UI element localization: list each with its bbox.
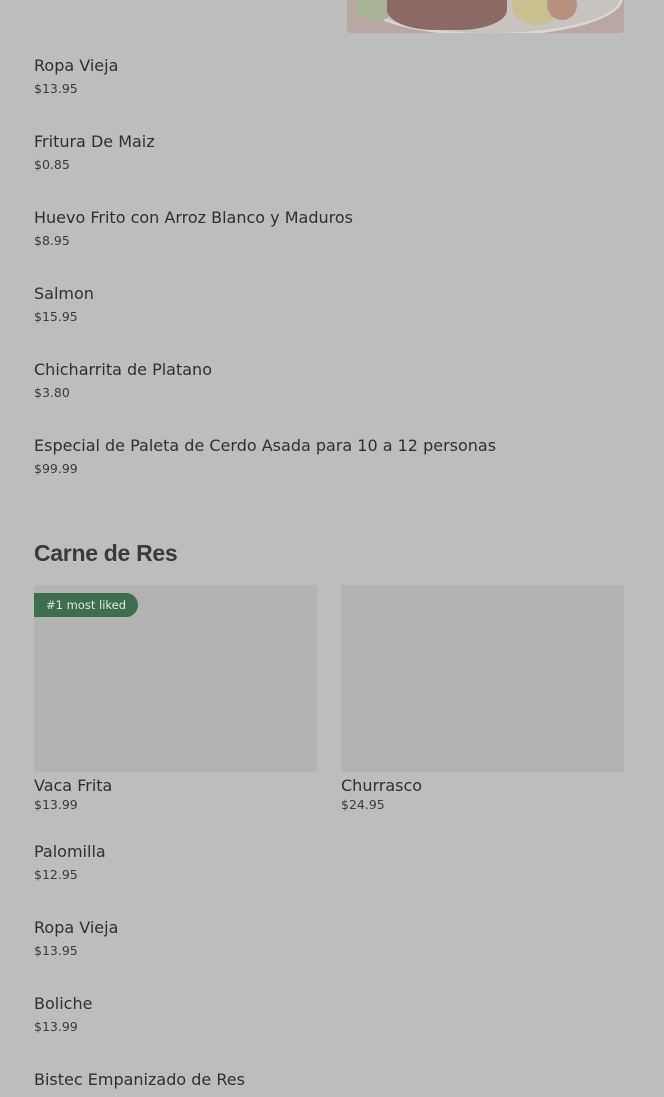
menu-item[interactable]: Ropa Vieja $13.95	[34, 918, 118, 959]
menu-item[interactable]: Bistec Empanizado de Res	[34, 1070, 245, 1090]
menu-item[interactable]: Boliche $13.99	[34, 994, 92, 1035]
menu-item[interactable]: Chicharrita de Platano $3.80	[34, 360, 212, 401]
featured-item-price: $24.95	[341, 797, 385, 812]
menu-item-name: Ropa Vieja	[34, 918, 119, 937]
menu-item-price: $3.80	[34, 385, 70, 400]
featured-item-price: $13.99	[34, 797, 78, 812]
menu-item[interactable]: Fritura De Maiz $0.85	[34, 132, 155, 173]
meat-image	[387, 0, 507, 30]
featured-item-name: Churrasco	[341, 776, 423, 795]
featured-item-name: Vaca Frita	[34, 776, 113, 795]
menu-item-price: $0.85	[34, 157, 70, 172]
menu-item[interactable]: Salmon $15.95	[34, 284, 94, 325]
menu-item[interactable]: Especial de Paleta de Cerdo Asada para 1…	[34, 436, 496, 477]
menu-item-name: Salmon	[34, 284, 94, 303]
menu-item-name: Bistec Empanizado de Res	[34, 1070, 245, 1089]
menu-item-name: Fritura De Maiz	[34, 132, 155, 151]
menu-item-name: Boliche	[34, 994, 93, 1013]
menu-item[interactable]: Ropa Vieja $13.95	[34, 56, 118, 97]
menu-item-name: Huevo Frito con Arroz Blanco y Maduros	[34, 208, 353, 227]
section-title: Carne de Res	[34, 540, 178, 566]
menu-item-price: $12.95	[34, 867, 78, 882]
menu-item[interactable]: Palomilla $12.95	[34, 842, 106, 883]
featured-item[interactable]: Vaca Frita $13.99	[34, 776, 112, 813]
menu-item-price: $13.95	[34, 81, 78, 96]
featured-item[interactable]: Churrasco $24.95	[341, 776, 422, 813]
menu-page: Ropa Vieja $13.95 Fritura De Maiz $0.85 …	[0, 0, 664, 1097]
menu-item-name: Chicharrita de Platano	[34, 360, 212, 379]
menu-item-price: $99.99	[34, 461, 78, 476]
menu-item-name: Ropa Vieja	[34, 56, 119, 75]
most-liked-badge: #1 most liked	[34, 593, 139, 617]
menu-item-price: $8.95	[34, 233, 70, 248]
featured-item-image[interactable]	[341, 585, 624, 772]
menu-item-price: $13.99	[34, 1019, 78, 1034]
menu-item-name: Especial de Paleta de Cerdo Asada para 1…	[34, 436, 497, 455]
menu-item-price: $13.95	[34, 943, 78, 958]
menu-item[interactable]: Huevo Frito con Arroz Blanco y Maduros $…	[34, 208, 353, 249]
menu-item-price: $15.95	[34, 309, 78, 324]
featured-item-image[interactable]: #1 most liked	[34, 585, 317, 772]
menu-item-name: Palomilla	[34, 842, 106, 861]
menu-item-photo[interactable]	[347, 0, 624, 33]
